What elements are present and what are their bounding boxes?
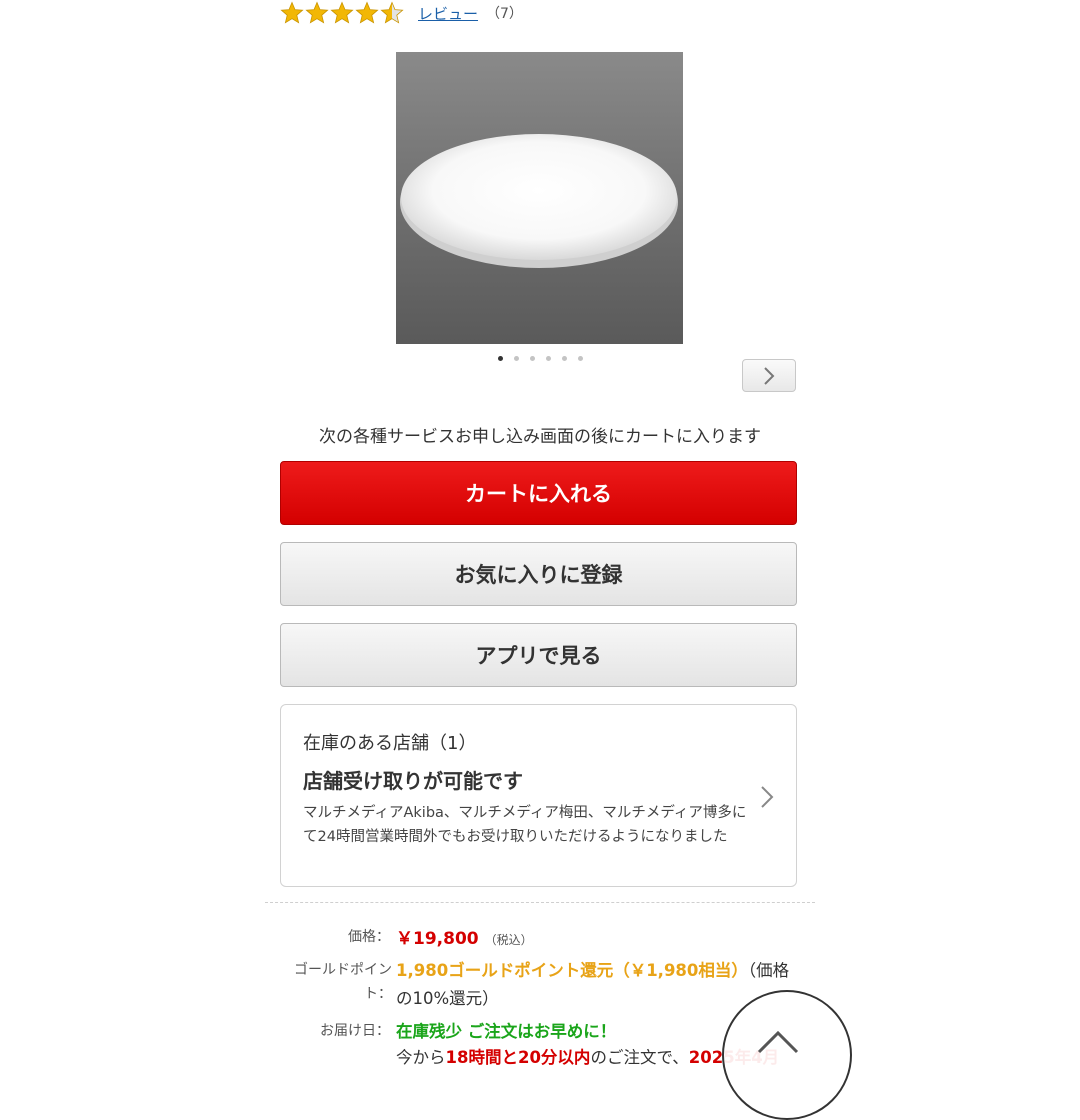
- ceiling-light-image: [400, 134, 678, 268]
- star-icon: [305, 1, 329, 24]
- scroll-to-top-button[interactable]: [722, 990, 852, 1120]
- chevron-right-icon: [761, 786, 774, 808]
- review-link[interactable]: レビュー: [418, 3, 478, 24]
- delivery-middle: のご注文で、: [590, 1048, 689, 1067]
- star-rating: [280, 1, 404, 25]
- tax-note: （税込）: [484, 933, 533, 947]
- product-image[interactable]: [396, 52, 683, 344]
- product-detail: レビュー （7） 次の各種サービスお申し込み画面の後にカートに入ります カートに…: [265, 0, 815, 1080]
- service-note: 次の各種サービスお申し込み画面の後にカートに入ります: [319, 427, 761, 447]
- chevron-right-icon: [764, 366, 775, 385]
- stock-status: 在庫残少 ご注文はお早めに！: [396, 1022, 617, 1041]
- points-value: 1,980ゴールドポイント還元（￥1,980相当）（価格の10%還元）: [396, 957, 796, 1013]
- price-amount: ￥19,800: [396, 929, 479, 949]
- divider: [265, 902, 815, 903]
- star-icon: [280, 1, 304, 24]
- gallery-dot[interactable]: [529, 356, 535, 361]
- star-icon: [355, 1, 379, 24]
- gallery-next-button[interactable]: [742, 359, 796, 392]
- star-icon: [380, 1, 404, 24]
- star-icon: [330, 1, 354, 24]
- gallery-dot[interactable]: [497, 356, 503, 361]
- delivery-prefix: 今から: [396, 1048, 446, 1067]
- points-highlight: 1,980ゴールドポイント還元（￥1,980相当）: [396, 961, 748, 980]
- rating-row: レビュー （7）: [280, 0, 523, 26]
- add-favorite-button[interactable]: お気に入りに登録: [280, 542, 797, 606]
- gallery-dot[interactable]: [513, 356, 519, 361]
- store-description: マルチメディアAkiba、マルチメディア梅田、マルチメディア博多にて24時間営業…: [303, 805, 747, 845]
- gallery-dot[interactable]: [561, 356, 567, 361]
- open-app-button[interactable]: アプリで見る: [280, 623, 797, 687]
- points-label: ゴールドポイント：: [294, 962, 392, 1002]
- store-heading: 在庫のある店舗（1）: [303, 733, 477, 754]
- price-value: ￥19,800 （税込）: [396, 924, 533, 949]
- store-title: 店舗受け取りが可能です: [303, 769, 523, 793]
- gallery-dot[interactable]: [545, 356, 551, 361]
- chevron-up-icon: [757, 1030, 799, 1054]
- delivery-time: 18時間と20分以内: [445, 1048, 591, 1067]
- review-count: （7）: [486, 6, 523, 22]
- gallery-dots[interactable]: [265, 356, 815, 361]
- add-to-cart-button[interactable]: カートに入れる: [280, 461, 797, 525]
- gallery-dot[interactable]: [577, 356, 583, 361]
- price-label: 価格：: [348, 929, 390, 945]
- delivery-label: お届け日：: [320, 1023, 390, 1039]
- store-stock-panel[interactable]: 在庫のある店舗（1） 店舗受け取りが可能です マルチメディアAkiba、マルチメ…: [280, 704, 797, 887]
